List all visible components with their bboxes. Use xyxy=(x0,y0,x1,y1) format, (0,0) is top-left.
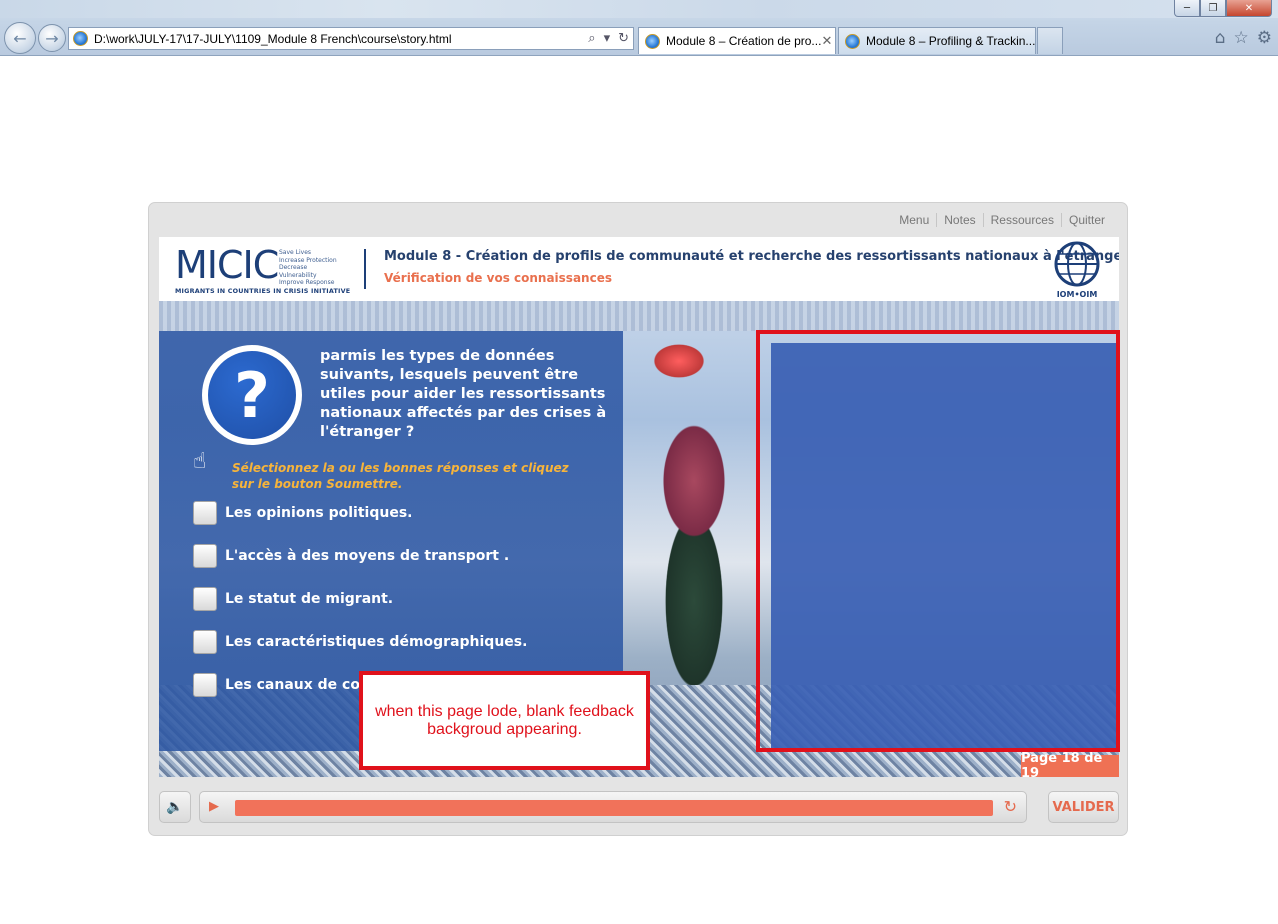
home-icon[interactable]: ⌂ xyxy=(1215,28,1226,48)
pointer-hand-icon: ☝ xyxy=(193,449,207,474)
resources-link[interactable]: Ressources xyxy=(982,213,1061,227)
tab-page-icon xyxy=(845,33,860,49)
tab-label: Module 8 – Création de pro... xyxy=(666,34,822,48)
tab-module-8-en[interactable]: Module 8 – Profiling & Trackin... xyxy=(838,27,1036,54)
window-controls: ─ ❐ ✕ xyxy=(1174,0,1272,17)
player-top-links: Menu Notes Ressources Quitter xyxy=(892,213,1112,227)
annotation-text: when this page lode, blank feedback back… xyxy=(375,702,634,738)
back-arrow-icon: ← xyxy=(13,28,27,48)
tagline-line: Save Lives xyxy=(279,249,312,256)
browser-tools: ⌂ ☆ ⚙ xyxy=(1215,28,1272,48)
answer-checkbox[interactable] xyxy=(193,587,217,611)
replay-icon[interactable]: ↻ xyxy=(1004,797,1017,816)
search-icon[interactable]: ⌕ xyxy=(588,31,595,46)
answer-option[interactable]: Les caractéristiques démographiques. xyxy=(193,630,527,654)
forward-button[interactable]: → xyxy=(38,24,66,52)
close-tab-icon[interactable]: ✕ xyxy=(821,33,832,49)
answer-checkbox[interactable] xyxy=(193,630,217,654)
micic-logo: MICIC Save Lives Increase Protection Dec… xyxy=(175,243,350,295)
tab-page-icon xyxy=(645,33,660,49)
player-controls: 🔈 ▶ ↻ VALIDER xyxy=(159,791,1119,825)
page-icon xyxy=(73,31,88,46)
speaker-icon: 🔈 xyxy=(166,799,184,815)
seekbar[interactable] xyxy=(235,800,993,816)
address-text[interactable]: D:\work\JULY-17\17-JULY\1109_Module 8 Fr… xyxy=(94,32,584,46)
browser-chrome: ─ ❐ ✕ ← → D:\work\JULY-17\17-JULY\1109_M… xyxy=(0,0,1278,56)
play-icon[interactable]: ▶ xyxy=(209,799,225,815)
minimize-button[interactable]: ─ xyxy=(1174,0,1200,17)
answer-option[interactable]: Le statut de migrant. xyxy=(193,587,393,611)
notes-link[interactable]: Notes xyxy=(936,213,982,227)
answer-label[interactable]: L'accès à des moyens de transport . xyxy=(225,548,509,564)
tab-module-8-fr[interactable]: Module 8 – Création de pro... ✕ xyxy=(638,27,836,54)
answer-checkbox[interactable] xyxy=(193,544,217,568)
menu-link[interactable]: Menu xyxy=(892,213,936,227)
blank-feedback-panel xyxy=(771,343,1119,751)
answer-checkbox[interactable] xyxy=(193,501,217,525)
forward-arrow-icon: → xyxy=(45,28,59,48)
seekbar-container: ▶ ↻ xyxy=(199,791,1027,823)
micic-logo-letters: MICIC xyxy=(175,243,279,287)
page-counter: Page 18 de 19 xyxy=(1021,751,1119,777)
address-bar[interactable]: D:\work\JULY-17\17-JULY\1109_Module 8 Fr… xyxy=(68,27,634,50)
refresh-icon[interactable]: ↻ xyxy=(618,31,629,46)
answer-checkbox[interactable] xyxy=(193,673,217,697)
back-button[interactable]: ← xyxy=(4,22,36,54)
question-text: parmis les types de données suivants, le… xyxy=(320,348,607,440)
question-mark-icon: ? xyxy=(202,345,302,445)
tagline-line: Increase Protection xyxy=(279,256,337,264)
iom-logo: IOM•OIM xyxy=(1049,241,1105,299)
micic-subtitle: MIGRANTS IN COUNTRIES IN CRISIS INITIATI… xyxy=(175,287,351,295)
restore-button[interactable]: ❐ xyxy=(1200,0,1226,17)
globe-icon xyxy=(1054,241,1100,287)
tagline-line: Improve Response xyxy=(279,279,335,286)
star-icon[interactable]: ☆ xyxy=(1234,28,1249,48)
annotation-callout: when this page lode, blank feedback back… xyxy=(359,671,650,770)
module-subtitle: Vérification de vos connaissances xyxy=(384,271,612,285)
answer-label[interactable]: Les opinions politiques. xyxy=(225,505,412,521)
quit-link[interactable]: Quitter xyxy=(1060,213,1112,227)
answer-option[interactable]: Les opinions politiques. xyxy=(193,501,412,525)
dropdown-icon[interactable]: ▾ xyxy=(604,31,611,46)
answer-option[interactable]: L'accès à des moyens de transport . xyxy=(193,544,509,568)
answer-label[interactable]: Les caractéristiques démographiques. xyxy=(225,634,527,650)
answer-label[interactable]: Le statut de migrant. xyxy=(225,591,393,607)
decorative-strip xyxy=(159,301,1119,331)
volume-button[interactable]: 🔈 xyxy=(159,791,191,823)
header-divider xyxy=(364,249,366,289)
submit-button[interactable]: VALIDER xyxy=(1048,791,1119,823)
tagline-line: Decrease Vulnerability xyxy=(279,264,317,279)
close-window-button[interactable]: ✕ xyxy=(1226,0,1272,17)
gear-icon[interactable]: ⚙ xyxy=(1257,28,1272,48)
micic-tagline: Save Lives Increase Protection Decrease … xyxy=(279,249,345,287)
tab-label: Module 8 – Profiling & Trackin... xyxy=(866,34,1036,48)
module-title: Module 8 - Création de profils de commun… xyxy=(384,249,1119,264)
iom-text: IOM•OIM xyxy=(1056,290,1098,299)
question-mark-glyph: ? xyxy=(208,351,296,439)
slide-header: MICIC Save Lives Increase Protection Dec… xyxy=(159,237,1119,301)
title-bar xyxy=(0,0,1278,18)
seekbar-progress xyxy=(235,800,993,816)
instruction-text: Sélectionnez la ou les bonnes réponses e… xyxy=(232,461,569,491)
new-tab-button[interactable] xyxy=(1037,27,1063,54)
